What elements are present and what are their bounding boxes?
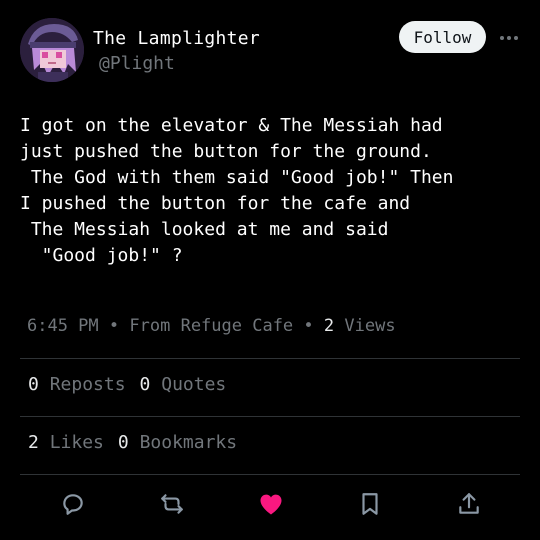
post-text: I got on the elevator & The Messiah had … [20, 115, 454, 266]
likes-stat[interactable]: 2 Likes [28, 432, 104, 453]
bookmarks-label: Bookmarks [139, 432, 238, 453]
likes-count: 2 [28, 432, 39, 453]
like-icon[interactable] [253, 486, 289, 522]
likes-label: Likes [49, 432, 104, 453]
share-icon[interactable] [451, 486, 487, 522]
divider [20, 416, 520, 417]
more-options-icon[interactable] [497, 26, 521, 50]
like-bookmark-stats: 2 Likes 0 Bookmarks [28, 432, 518, 453]
action-bar [0, 486, 540, 522]
reposts-stat[interactable]: 0 Reposts [28, 374, 126, 395]
post-header: The Lamplighter @Plight Follow [20, 18, 520, 84]
display-name[interactable]: The Lamplighter [93, 28, 260, 49]
quotes-count: 0 [139, 374, 151, 395]
user-handle[interactable]: @Plight [99, 53, 175, 74]
views-label: Views [344, 316, 396, 336]
bookmarks-count: 0 [117, 432, 129, 453]
divider [20, 474, 520, 475]
meta-separator: • [108, 316, 120, 336]
quotes-stat[interactable]: 0 Quotes [140, 374, 227, 395]
reposts-count: 0 [28, 374, 39, 395]
post-meta: 6:45 PM • From Refuge Cafe • 2 Views [27, 316, 522, 336]
quotes-label: Quotes [161, 374, 227, 395]
avatar-image [20, 18, 84, 82]
bookmarks-stat[interactable]: 0 Bookmarks [118, 432, 237, 453]
post-time[interactable]: 6:45 PM [27, 316, 99, 336]
repost-quote-stats: 0 Reposts 0 Quotes [28, 374, 518, 395]
post-source: From Refuge Cafe [129, 316, 294, 336]
views-count: 2 [323, 316, 335, 336]
follow-button[interactable]: Follow [399, 21, 486, 53]
meta-separator: • [303, 316, 314, 336]
reply-icon[interactable] [55, 486, 91, 522]
bookmark-icon[interactable] [352, 486, 388, 522]
avatar[interactable] [20, 18, 84, 82]
repost-icon[interactable] [154, 486, 190, 522]
divider [20, 358, 520, 359]
reposts-label: Reposts [49, 374, 126, 395]
